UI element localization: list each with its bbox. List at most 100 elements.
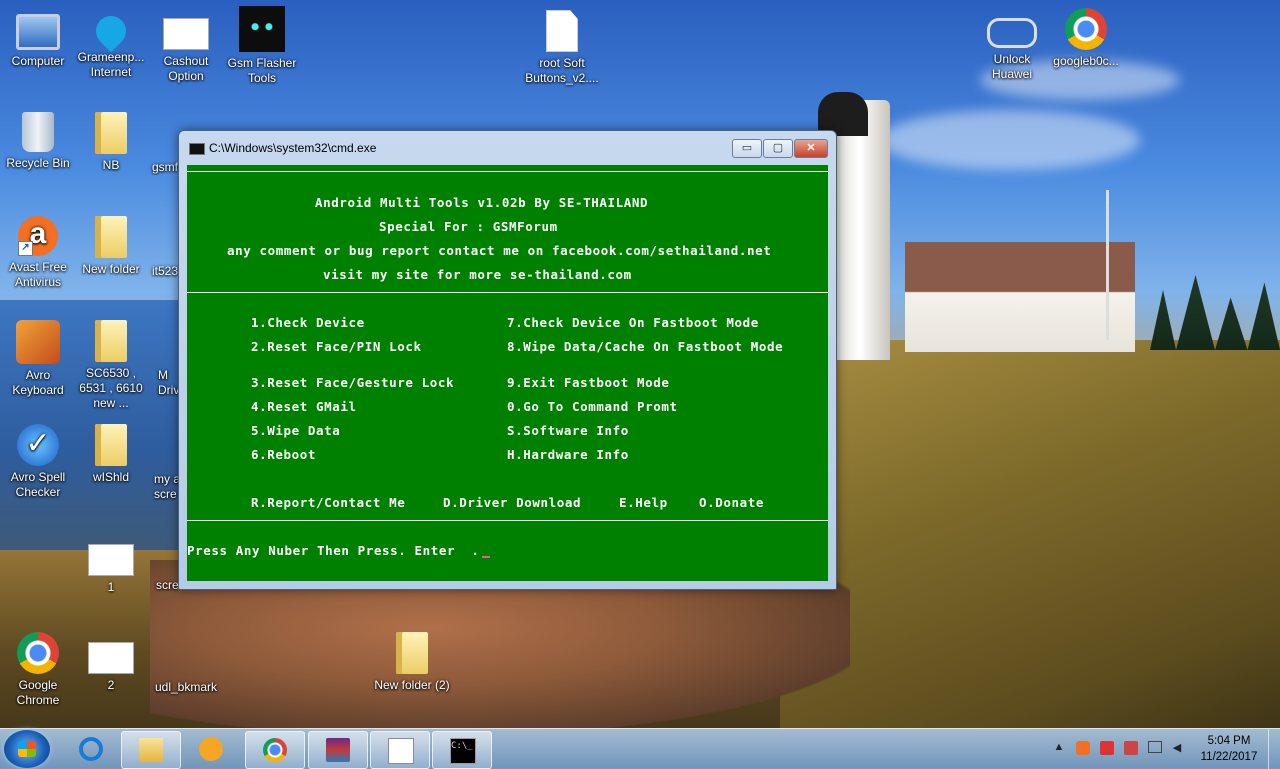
- cmd-window-title: C:\Windows\system32\cmd.exe: [209, 141, 377, 155]
- wallpaper-house: [905, 242, 1135, 352]
- maximize-button[interactable]: ▢: [763, 139, 793, 158]
- desktop-icon-recycle-bin[interactable]: Recycle Bin: [0, 112, 76, 171]
- command-prompt-icon: C:\_: [450, 738, 476, 764]
- cmd-icon: [189, 143, 205, 155]
- desktop-icon-unlock-huawei[interactable]: Unlock Huawei: [974, 8, 1050, 82]
- folder-icon: [95, 320, 127, 362]
- desktop-icon-new-folder-2[interactable]: New folder (2): [374, 632, 450, 693]
- avast-icon: a ↗: [18, 216, 58, 256]
- menu-item-reboot: 6.Reboot: [251, 447, 317, 462]
- console-divider: [187, 520, 828, 521]
- console-divider: [187, 171, 828, 172]
- desktop-icon-root-soft-buttons[interactable]: root Soft Buttons_v2....: [524, 10, 600, 86]
- console-header-special: Special For : GSMForum: [379, 219, 558, 234]
- close-icon: ✕: [806, 142, 816, 154]
- avast-tray-icon[interactable]: [1076, 741, 1090, 755]
- security-tray-icon[interactable]: [1124, 741, 1138, 755]
- console-divider: [187, 292, 828, 293]
- menu-item-check-device: 1.Check Device: [251, 315, 365, 330]
- shortcut-arrow-icon: ↗: [18, 241, 33, 256]
- winrar-icon: [326, 738, 350, 762]
- file-icon: [136, 424, 180, 468]
- wallpaper-lighthouse: [830, 100, 890, 360]
- folder-icon: [95, 424, 127, 466]
- chrome-icon: [263, 738, 287, 762]
- desktop-icon-avast[interactable]: a ↗ Avast Free Antivirus: [0, 216, 76, 290]
- console-prompt[interactable]: Press Any Nuber Then Press. Enter .: [187, 543, 490, 558]
- file-icon: [136, 112, 180, 156]
- desktop-icon-udl-bkmark[interactable]: udl_bkmark: [148, 632, 224, 695]
- menu-item-check-fastboot: 7.Check Device On Fastboot Mode: [507, 315, 759, 330]
- avro-icon: [16, 320, 60, 364]
- wallpaper-grass: [780, 340, 1280, 730]
- desktop-icon-google-chrome[interactable]: Google Chrome: [0, 632, 76, 708]
- desktop-icon-scre[interactable]: scre: [136, 534, 180, 593]
- action-center-icon[interactable]: [1100, 741, 1114, 755]
- taskbar-item-command-prompt[interactable]: C:\_: [432, 731, 492, 769]
- menu-item-report-contact: R.Report/Contact Me: [251, 495, 406, 510]
- folder-icon: [95, 216, 127, 258]
- menu-item-command-prompt: 0.Go To Command Promt: [507, 399, 678, 414]
- menu-item-software-info: S.Software Info: [507, 423, 629, 438]
- system-tray: ▲ ◀: [1050, 729, 1190, 769]
- file-icon: [136, 534, 180, 574]
- chrome-icon: [17, 632, 59, 674]
- taskbar-item-wordpad[interactable]: [370, 731, 430, 769]
- desktop-icon-avro-keyboard[interactable]: Avro Keyboard: [0, 320, 76, 398]
- screenshot-file-icon: [88, 544, 134, 576]
- desktop-icon-googleb0c[interactable]: googleb0c...: [1048, 8, 1124, 69]
- clock-date: 11/22/2017: [1200, 751, 1258, 763]
- file-icon: [136, 216, 180, 260]
- minimize-button[interactable]: ▭: [732, 139, 762, 158]
- recycle-bin-icon: [22, 112, 54, 152]
- desktop-icon-m-drive[interactable]: M Drive: [136, 320, 180, 398]
- menu-item-exit-fastboot: 9.Exit Fastboot Mode: [507, 375, 670, 390]
- cmd-window[interactable]: C:\Windows\system32\cmd.exe ▭ ▢ ✕ Androi…: [178, 130, 837, 590]
- desktop-icon-grameenphone[interactable]: Grameenp... Internet: [73, 8, 149, 80]
- maximize-icon: ▢: [772, 142, 784, 154]
- console-header-contact: any comment or bug report contact me on …: [227, 243, 772, 258]
- taskbar-item-winrar[interactable]: [308, 731, 368, 769]
- desktop-icon-computer[interactable]: Computer: [0, 8, 76, 69]
- menu-item-reset-face-gesture: 3.Reset Face/Gesture Lock: [251, 375, 455, 390]
- desktop-icon-avro-spell-checker[interactable]: ✓ Avro Spell Checker: [0, 424, 76, 500]
- show-desktop-button[interactable]: [1268, 729, 1280, 769]
- taskbar: C:\_ ▲ ◀ 5:04 PM 11/22/2017: [0, 728, 1280, 769]
- volume-icon[interactable]: ◀: [1170, 741, 1184, 755]
- screenshot-file-icon: [88, 642, 134, 674]
- text-cursor: [481, 556, 490, 558]
- tray-show-hidden-icon[interactable]: ▲: [1052, 741, 1066, 755]
- desktop-icon-my-screen[interactable]: my a scre: [136, 424, 180, 502]
- console-prompt-text: Press Any Nuber Then Press. Enter .: [187, 543, 480, 558]
- taskbar-item-media-player[interactable]: [182, 731, 240, 767]
- close-button[interactable]: ✕: [794, 139, 828, 158]
- minimize-icon: ▭: [741, 142, 753, 154]
- spell-checker-icon: ✓: [17, 424, 59, 466]
- wordpad-icon: [388, 738, 414, 764]
- cmd-titlebar[interactable]: C:\Windows\system32\cmd.exe ▭ ▢ ✕: [179, 131, 836, 165]
- console-output[interactable]: Android Multi Tools v1.02b By SE-THAILAN…: [187, 165, 828, 581]
- console-header-title: Android Multi Tools v1.02b By SE-THAILAN…: [315, 195, 649, 210]
- taskbar-item-internet-explorer[interactable]: [62, 731, 120, 767]
- folder-icon: [139, 738, 163, 762]
- taskbar-item-google-chrome[interactable]: [245, 731, 305, 769]
- menu-item-reset-face-pin: 2.Reset Face/PIN Lock: [251, 339, 422, 354]
- computer-icon: [16, 14, 60, 50]
- console-header-site: visit my site for more se-thailand.com: [323, 267, 632, 282]
- desktop-icon-gsm-flasher[interactable]: Gsm Flasher Tools: [224, 6, 300, 86]
- taskbar-item-windows-explorer[interactable]: [121, 731, 181, 769]
- network-icon[interactable]: [1148, 741, 1162, 753]
- menu-item-donate: O.Donate: [699, 495, 765, 510]
- menu-item-driver-download: D.Driver Download: [443, 495, 582, 510]
- desktop-icon-gsmf[interactable]: gsmf: [136, 112, 180, 175]
- desktop-icon-2[interactable]: 2: [73, 632, 149, 693]
- desktop-icon-it523[interactable]: it523: [136, 216, 180, 279]
- folder-icon: [396, 632, 428, 674]
- taskbar-clock[interactable]: 5:04 PM 11/22/2017: [1194, 733, 1264, 765]
- menu-item-hardware-info: H.Hardware Info: [507, 447, 629, 462]
- folder-icon: [95, 112, 127, 154]
- menu-item-wipe-cache-fastboot: 8.Wipe Data/Cache On Fastboot Mode: [507, 339, 784, 354]
- document-icon: [546, 10, 578, 52]
- start-button[interactable]: [4, 730, 50, 768]
- desktop-icon-cashout-option[interactable]: Cashout Option: [148, 8, 224, 84]
